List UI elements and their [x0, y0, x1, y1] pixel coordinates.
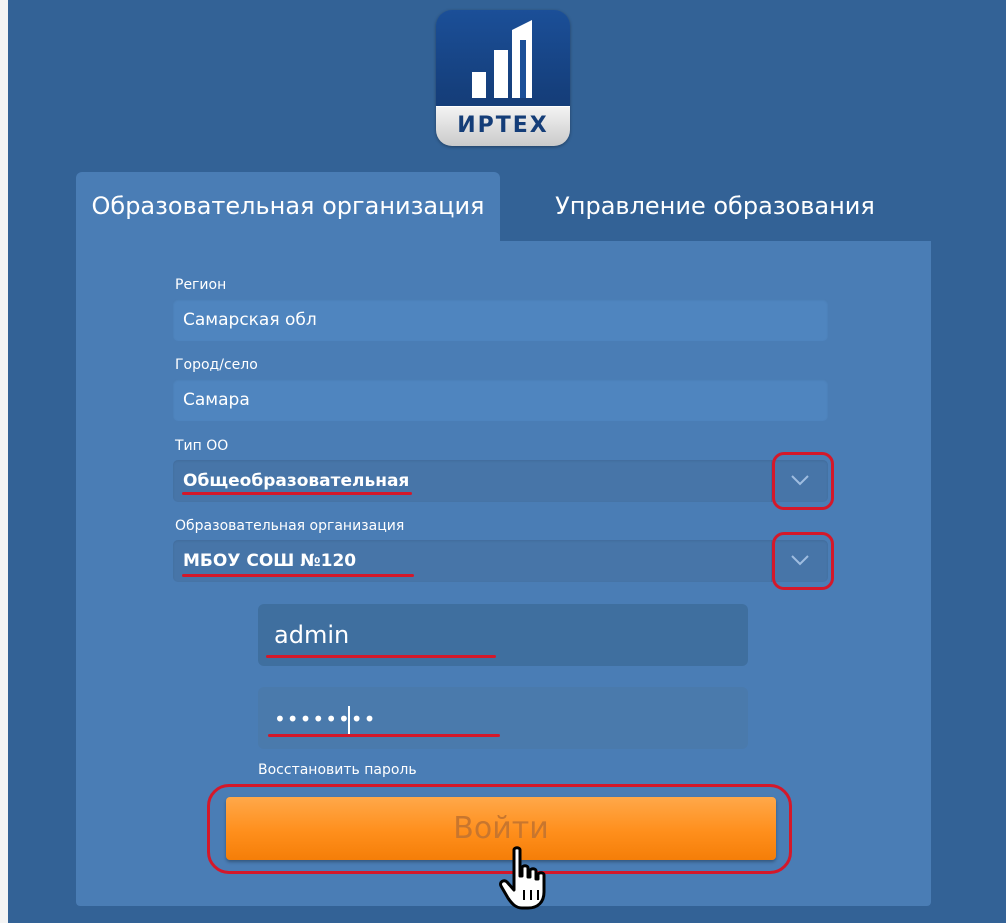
tab-educational-organization[interactable]: Образовательная организация: [76, 172, 500, 242]
region-field[interactable]: Самарская обл: [173, 299, 828, 341]
logo-icon: [472, 20, 532, 98]
tab-education-management[interactable]: Управление образования: [500, 172, 930, 242]
org-type-underline: [182, 492, 412, 495]
org-type-label: Тип ОО: [175, 438, 229, 454]
region-label: Регион: [175, 277, 227, 293]
hand-pointer-icon: [499, 846, 546, 910]
city-field[interactable]: Самара: [173, 379, 828, 421]
org-underline: [182, 574, 414, 577]
org-type-value: Общеобразовательная: [183, 471, 410, 491]
city-value: Самара: [183, 390, 250, 410]
password-value: ••••••••: [274, 707, 377, 731]
text-caret: [348, 706, 350, 734]
restore-password-link[interactable]: Восстановить пароль: [258, 762, 417, 778]
password-underline: [268, 734, 500, 737]
login-value: admin: [274, 621, 350, 649]
org-arrow-highlight: [772, 532, 834, 590]
org-type-arrow-highlight: [772, 452, 834, 510]
org-value: МБОУ СОШ №120: [183, 551, 357, 571]
login-underline: [266, 655, 496, 658]
password-input[interactable]: ••••••••: [258, 687, 748, 749]
org-label: Образовательная организация: [175, 518, 405, 534]
city-label: Город/село: [175, 357, 258, 373]
logo-text: ИРТЕХ: [457, 113, 549, 138]
region-value: Самарская обл: [183, 310, 317, 330]
org-type-select[interactable]: Общеобразовательная: [173, 460, 828, 502]
logo: ИРТЕХ: [436, 10, 570, 146]
